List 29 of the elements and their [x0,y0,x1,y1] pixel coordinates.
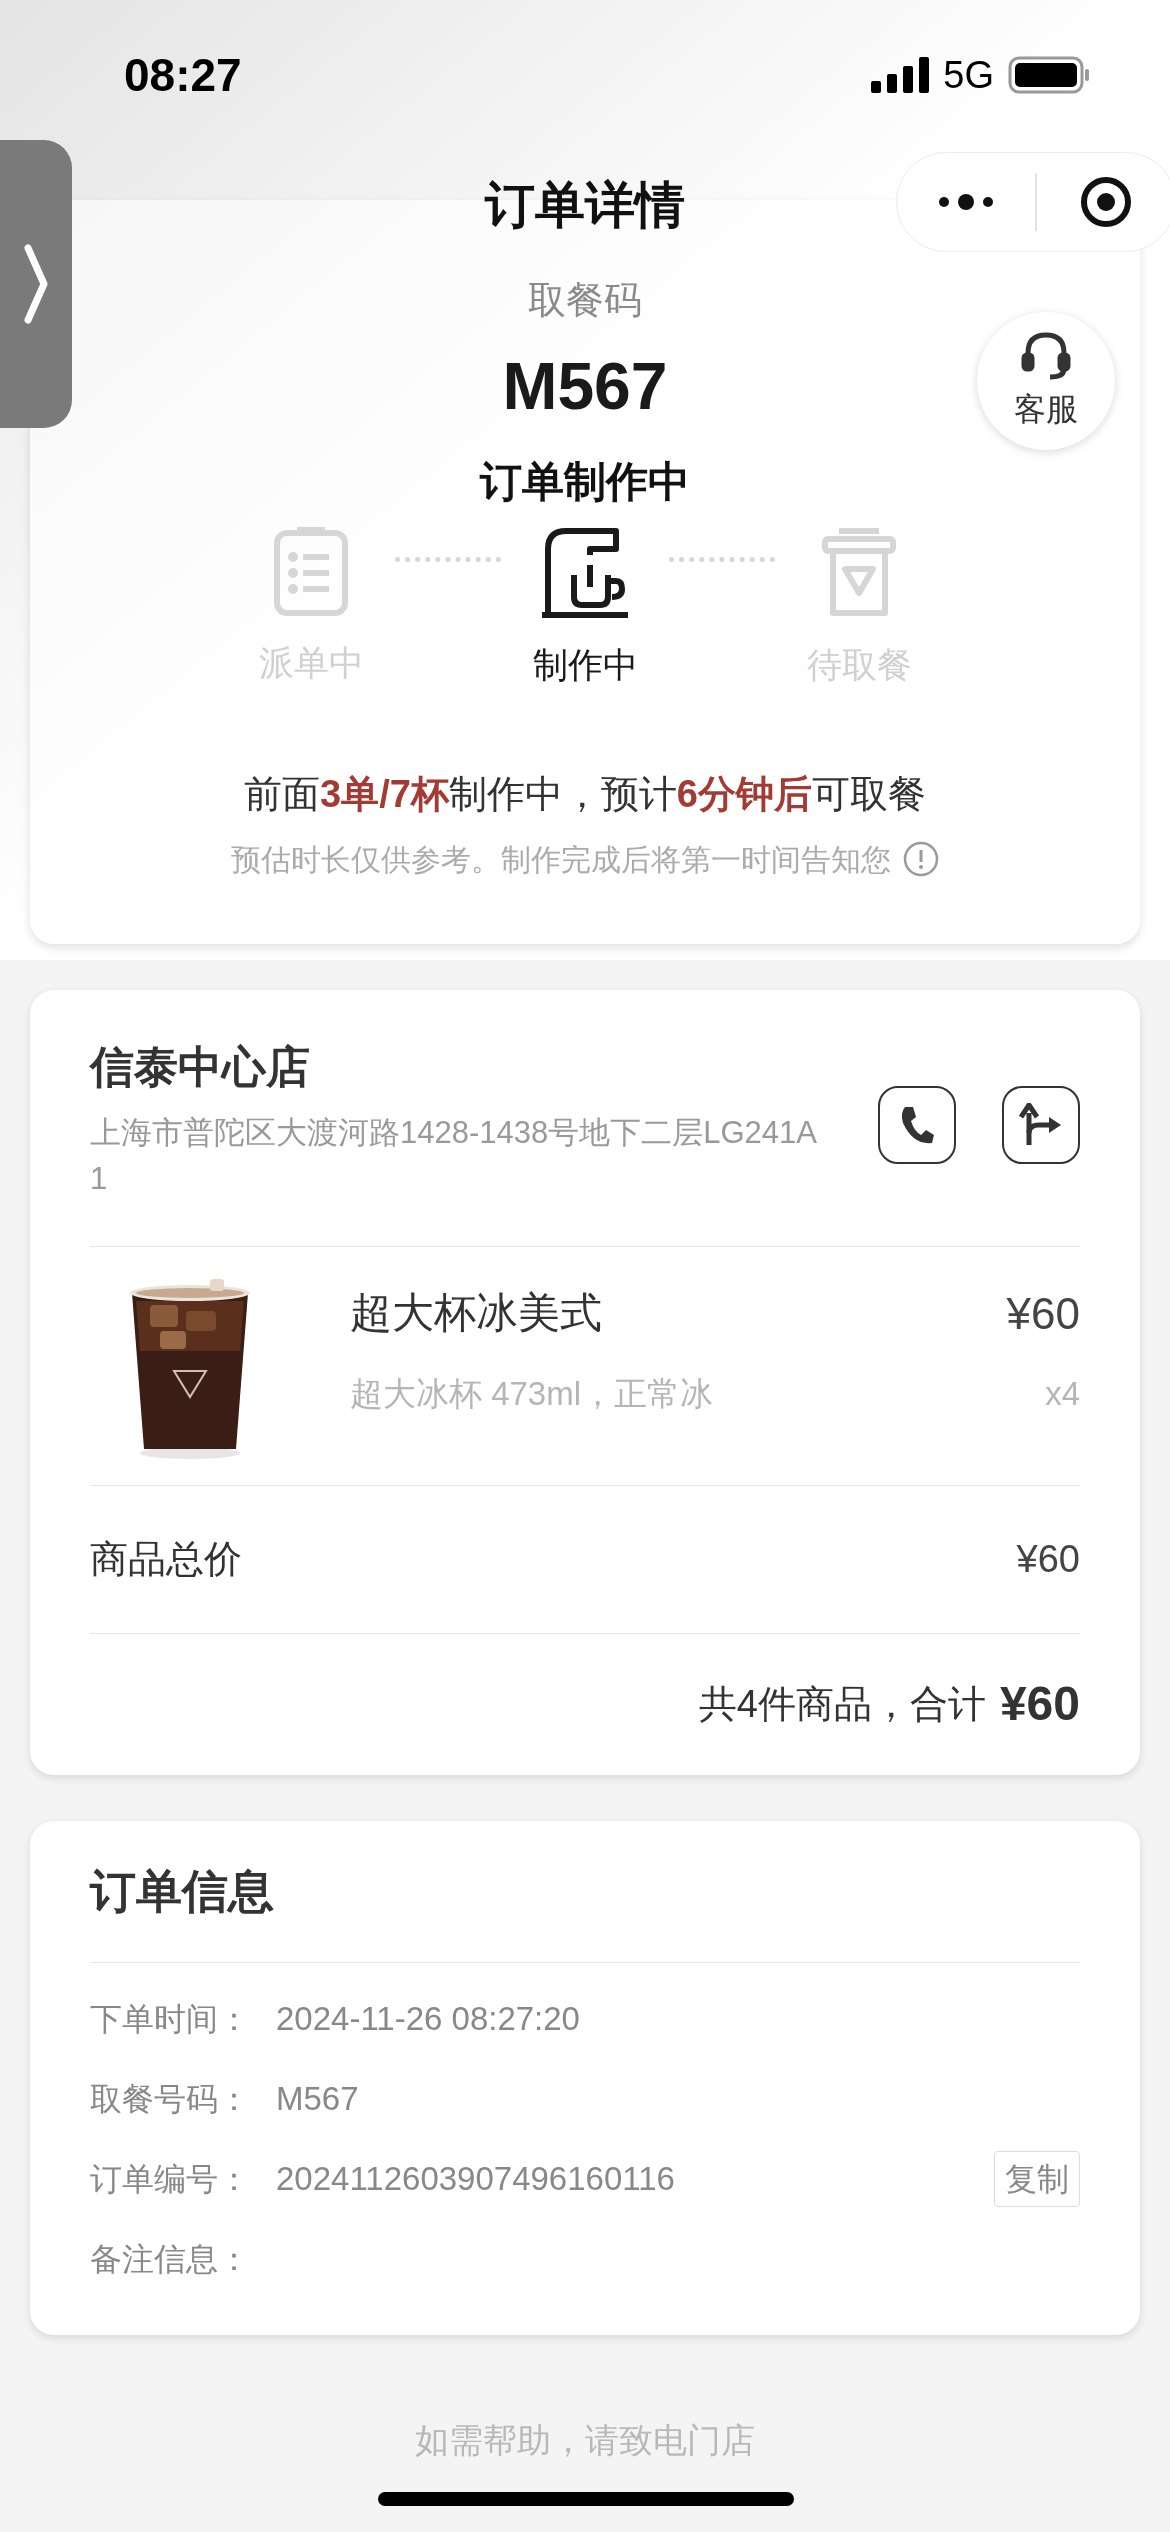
store-name: 信泰中心店 [90,1040,311,1093]
store-address: 上海市普陀区大渡河路1428-1438号地下二层LG241A1 [90,1113,818,1198]
product-price: ¥60 [1006,1287,1080,1340]
step-label: 制作中 [532,644,638,686]
copy-button[interactable]: 复制 [994,2150,1080,2207]
total-value: ¥60 [999,1676,1080,1732]
pickup-code: M567 [502,348,668,425]
product-spec: 超大冰杯 473ml，正常冰 [350,1373,714,1414]
product-quantity: x4 [1045,1373,1080,1414]
info-value: 2024-11-26 08:27:20 [276,1998,581,2039]
info-label: 备注信息： [90,2239,251,2279]
info-label: 下单时间： [90,1999,251,2039]
page-title: 订单详情 [485,175,685,235]
info-value: M567 [276,2078,360,2119]
total-summary: 共4件商品，合计 [698,1681,986,1727]
subtotal-value: ¥60 [1016,1536,1080,1582]
pickup-code-label: 取餐码 [528,278,642,323]
subtotal-label: 商品总价 [90,1536,242,1582]
product-name: 超大杯冰美式 [350,1287,602,1338]
info-label: 订单编号： [90,2159,251,2199]
info-value: 2024112603907496160116 [276,2158,676,2199]
order-status: 订单制作中 [480,457,690,507]
status-time: 08:27 [124,47,242,103]
help-note: 如需帮助，请致电门店 [415,2419,755,2461]
network-label: 5G [943,52,994,98]
queue-note: 预估时长仅供参考。制作完成后将第一时间告知您 [231,841,891,878]
info-label: 取餐号码： [90,2079,251,2119]
section-title: 订单信息 [90,1863,274,1919]
queue-message: 前面3单/7杯制作中，预计6分钟后可取餐 [244,771,926,817]
